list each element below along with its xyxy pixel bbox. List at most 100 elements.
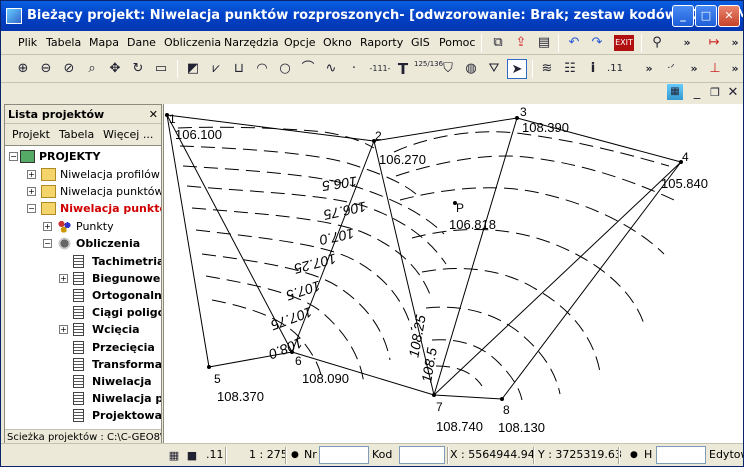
zoom-window-icon[interactable]: ⊘ [59, 59, 79, 79]
tree-item[interactable]: + Niwelacja profilów [5, 166, 161, 183]
panel-close-button[interactable]: ✕ [149, 105, 158, 124]
refresh-icon[interactable]: ↻ [128, 59, 148, 79]
title-bar[interactable]: Bieżący projekt: Niwelacja punktów rozpr… [1, 1, 743, 31]
exit-icon[interactable]: EXIT [614, 35, 634, 51]
menu-plik[interactable]: Plik [15, 35, 40, 51]
dimension-line-icon[interactable]: -111- [367, 59, 393, 79]
expand-icon[interactable]: + [27, 187, 36, 196]
tab-projekt[interactable]: Projekt [12, 128, 50, 141]
fill-icon[interactable]: ◍ [461, 59, 481, 79]
polyline-icon[interactable]: ⩗ [206, 59, 226, 79]
snap-icon[interactable]: ·ᐟ [661, 59, 681, 79]
chevron-right-icon[interactable]: » [684, 59, 704, 79]
paste-icon[interactable]: ▤ [534, 33, 554, 53]
collapse-icon[interactable]: − [43, 239, 52, 248]
properties-icon[interactable]: ☷ [560, 59, 580, 79]
tree-item[interactable]: − Niwelacja punktó [5, 200, 161, 217]
tree-item[interactable]: + Punkty [5, 218, 161, 235]
tree-item[interactable]: Ortogonalne [5, 287, 161, 304]
export-icon[interactable]: ⇪ [511, 33, 531, 53]
tree-item[interactable]: Przekroje [5, 424, 161, 426]
menu-tabela[interactable]: Tabela [43, 35, 84, 51]
symbol-icon[interactable]: ⛉ [438, 59, 458, 79]
tree-item[interactable]: Projektowa [5, 407, 161, 424]
circle-icon[interactable]: ○ [275, 59, 295, 79]
mdi-close-button[interactable]: ✕ [723, 83, 743, 103]
survey-point-marker[interactable] [515, 116, 519, 120]
arc-icon[interactable]: ◠ [252, 59, 272, 79]
h-input[interactable] [656, 446, 706, 464]
menu-gis[interactable]: GIS [408, 35, 433, 51]
expand-icon[interactable]: + [27, 170, 36, 179]
text-tool-icon[interactable]: T [393, 59, 413, 79]
collapse-icon[interactable]: − [27, 204, 36, 213]
menu-opcje[interactable]: Opcje [281, 35, 319, 51]
collapse-icon[interactable]: − [9, 152, 18, 161]
expand-icon[interactable]: + [59, 274, 68, 283]
pin-icon[interactable]: ⚲ [647, 33, 667, 53]
open-polyline-icon[interactable]: ⊔ [229, 59, 249, 79]
minimize-button[interactable]: _ [672, 5, 694, 27]
pan-icon[interactable]: ✥ [105, 59, 125, 79]
undo-icon[interactable]: ↶ [564, 33, 584, 53]
menu-raporty[interactable]: Raporty [357, 35, 406, 51]
expand-icon[interactable]: + [43, 222, 52, 231]
chevron-right-icon[interactable]: » [725, 59, 743, 79]
tree-item[interactable]: + Wcięcia [5, 321, 161, 338]
copy-icon[interactable]: ⧉ [488, 33, 508, 53]
survey-point-marker[interactable] [290, 350, 294, 354]
kod-input[interactable] [399, 446, 445, 464]
chevron-right-icon[interactable]: » [677, 33, 697, 53]
expand-icon[interactable]: + [59, 325, 68, 334]
survey-point-marker[interactable] [500, 397, 504, 401]
nr-input[interactable] [319, 446, 369, 464]
mdi-minimize-button[interactable]: _ [687, 83, 707, 103]
menu-mapa[interactable]: Mapa [86, 35, 122, 51]
survey-point-marker[interactable] [432, 393, 436, 397]
select-arrow-icon[interactable]: ➤ [507, 59, 527, 79]
curve-icon[interactable]: ⌒ [298, 59, 318, 79]
menu-obliczenia[interactable]: Obliczenia [161, 35, 224, 51]
polygon-icon[interactable]: ◩ [183, 59, 203, 79]
tree-item[interactable]: + Biegunowe [5, 270, 161, 287]
numbering-icon[interactable]: 125/136 [414, 59, 443, 79]
arrow-tool-icon[interactable]: ↦ [704, 33, 724, 53]
menu-okno[interactable]: Okno [320, 35, 355, 51]
spline-icon[interactable]: ∿ [321, 59, 341, 79]
filter-icon[interactable]: ⛛ [484, 59, 504, 79]
mdi-restore-button[interactable]: ❐ [705, 83, 725, 103]
maximize-button[interactable]: □ [695, 5, 717, 27]
map-canvas[interactable]: 106.5 106.75 107.0 107.25 107.5 107.75 108.0 10… [163, 104, 743, 443]
zoom-in-icon[interactable]: ⊕ [13, 59, 33, 79]
grid-icon[interactable]: ▦ [164, 446, 184, 466]
menu-narzedzia[interactable]: Narzędzia [221, 35, 282, 51]
fill-color-icon[interactable]: ■ [182, 446, 202, 466]
tab-tabela[interactable]: Tabela [59, 128, 94, 141]
tree-item[interactable]: Przecięcia [5, 339, 161, 356]
tree-item[interactable]: Ciągi poligo [5, 304, 161, 321]
tree-item[interactable]: Transforma [5, 356, 161, 373]
tree-item[interactable]: − PROJEKTY [5, 148, 161, 165]
contour-map[interactable]: 106.5106.75107.0107.25107.5107.75108.0 10… [164, 104, 743, 443]
tree-item[interactable]: + Niwelacja punktów r [5, 183, 161, 200]
tree-item[interactable]: Niwelacja p [5, 390, 161, 407]
tab-wiecej[interactable]: Więcej ... [103, 128, 153, 141]
layers-icon[interactable]: ≋ [537, 59, 557, 79]
tree-item[interactable]: Tachimetria [5, 253, 161, 270]
frame-icon[interactable]: ▭ [151, 59, 171, 79]
chevron-right-icon[interactable]: » [639, 59, 659, 79]
tree-item[interactable]: Niwelacja [5, 373, 161, 390]
survey-point-marker[interactable] [207, 365, 211, 369]
scale-field[interactable]: 1 : 275 [249, 447, 288, 464]
chevron-right-icon[interactable]: » [725, 33, 743, 53]
menu-dane[interactable]: Dane [124, 35, 159, 51]
redo-icon[interactable]: ↷ [587, 33, 607, 53]
menu-pomoc[interactable]: Pomoc [436, 35, 478, 51]
close-button[interactable]: ✕ [718, 5, 740, 27]
up-arrow-icon[interactable]: ⊥ [705, 59, 725, 79]
tree-item[interactable]: − Obliczenia [5, 235, 161, 252]
info-icon[interactable]: ⅰ [583, 59, 603, 79]
zoom-out-icon[interactable]: ⊖ [36, 59, 56, 79]
count-icon[interactable]: .11 [603, 59, 627, 79]
point-icon[interactable]: · [344, 59, 364, 79]
